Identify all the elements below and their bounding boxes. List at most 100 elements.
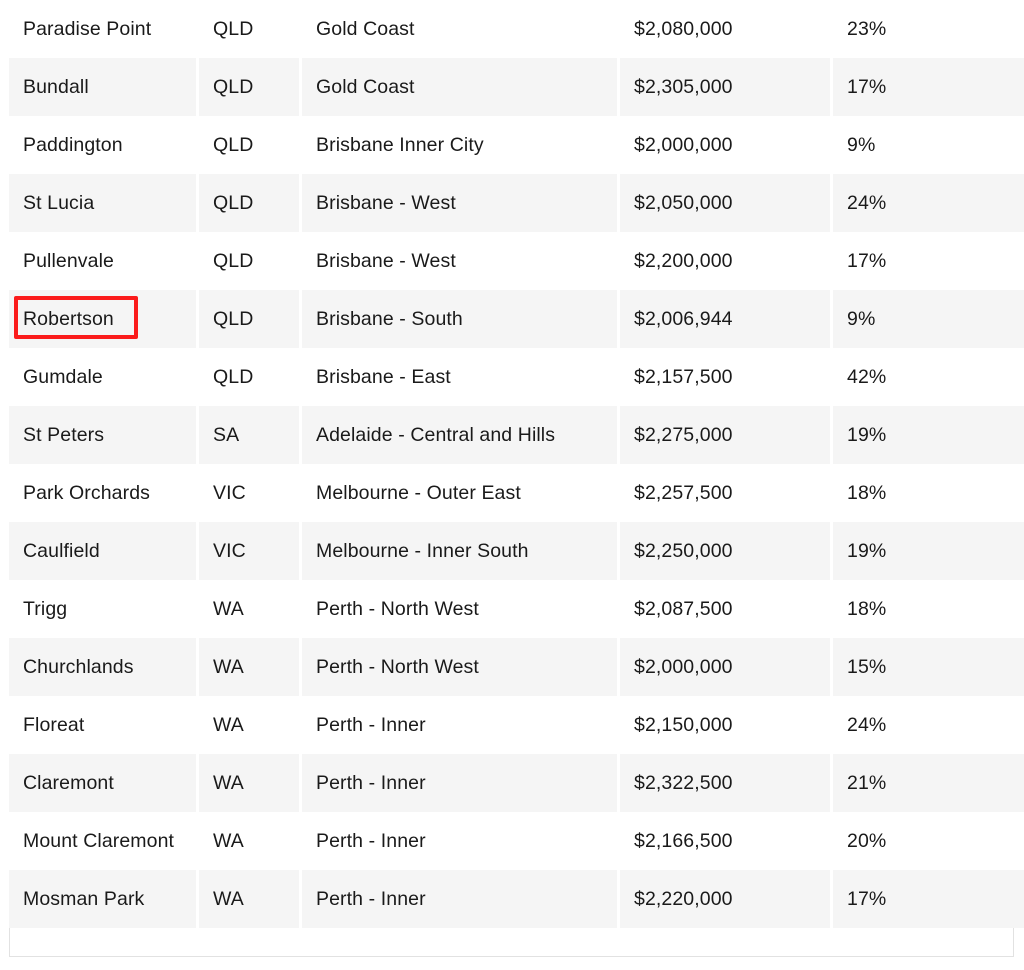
cell-state: WA [199, 754, 299, 812]
cell-suburb: Pullenvale [9, 232, 196, 290]
cell-price: $2,006,944 [620, 290, 830, 348]
cell-suburb: Gumdale [9, 348, 196, 406]
table-row: Bundall QLD Gold Coast $2,305,000 17% [9, 58, 1024, 116]
cell-growth: 24% [833, 174, 1024, 232]
table-row: Park Orchards VIC Melbourne - Outer East $2… [9, 464, 1024, 522]
cell-growth-text: 42% [847, 366, 887, 388]
cell-price-text: $2,220,000 [634, 888, 733, 910]
cell-suburb-text: Pullenvale [23, 250, 114, 272]
cell-region-text: Brisbane - South [316, 308, 463, 330]
cell-suburb: Mosman Park [9, 870, 196, 928]
cell-price: $2,322,500 [620, 754, 830, 812]
cell-region: Melbourne - Inner South [302, 522, 617, 580]
cell-state-text: QLD [213, 76, 254, 98]
table-row: Trigg WA Perth - North West $2,087,500 18% [9, 580, 1024, 638]
cell-price-text: $2,006,944 [634, 308, 733, 330]
cell-region: Brisbane - West [302, 232, 617, 290]
cell-state-text: WA [213, 598, 244, 620]
cell-region: Perth - North West [302, 580, 617, 638]
cell-suburb-text: Paddington [23, 134, 123, 156]
cell-price: $2,250,000 [620, 522, 830, 580]
cell-growth-text: 17% [847, 76, 887, 98]
cell-price-text: $2,166,500 [634, 830, 733, 852]
cell-region: Brisbane - South [302, 290, 617, 348]
cell-price: $2,050,000 [620, 174, 830, 232]
cell-suburb-text: Caulfield [23, 540, 100, 562]
cell-region: Perth - Inner [302, 870, 617, 928]
cell-price: $2,305,000 [620, 58, 830, 116]
cell-growth: 42% [833, 348, 1024, 406]
cell-state: WA [199, 812, 299, 870]
cell-growth: 17% [833, 870, 1024, 928]
cell-growth-text: 17% [847, 250, 887, 272]
cell-growth-text: 19% [847, 424, 887, 446]
cell-region: Perth - Inner [302, 754, 617, 812]
cell-suburb: Robertson [9, 290, 196, 348]
cell-suburb-text: Floreat [23, 714, 85, 736]
cell-region-text: Gold Coast [316, 18, 415, 40]
cell-price-text: $2,000,000 [634, 134, 733, 156]
cell-growth: 17% [833, 232, 1024, 290]
cell-state-text: QLD [213, 366, 254, 388]
cell-price-text: $2,000,000 [634, 656, 733, 678]
cell-suburb: Claremont [9, 754, 196, 812]
cell-region: Brisbane Inner City [302, 116, 617, 174]
cell-price-text: $2,080,000 [634, 18, 733, 40]
cell-growth-text: 9% [847, 308, 876, 330]
cell-growth: 15% [833, 638, 1024, 696]
table-row: Mount Claremont WA Perth - Inner $2,166,500… [9, 812, 1024, 870]
table-row: Gumdale QLD Brisbane - East $2,157,500 42% [9, 348, 1024, 406]
cell-growth-text: 18% [847, 482, 887, 504]
cell-suburb-text: Claremont [23, 772, 114, 794]
cell-region-text: Perth - Inner [316, 714, 426, 736]
cell-state-text: WA [213, 656, 244, 678]
cell-region-text: Perth - Inner [316, 830, 426, 852]
cell-region: Melbourne - Outer East [302, 464, 617, 522]
cell-suburb-text: Mosman Park [23, 888, 145, 910]
cell-suburb-text: Trigg [23, 598, 68, 620]
cell-state-text: WA [213, 714, 244, 736]
cell-state-text: SA [213, 424, 240, 446]
cell-growth: 18% [833, 464, 1024, 522]
cell-price-text: $2,200,000 [634, 250, 733, 272]
cell-growth: 19% [833, 406, 1024, 464]
cell-state: QLD [199, 174, 299, 232]
cell-price: $2,257,500 [620, 464, 830, 522]
table-row: St Peters SA Adelaide - Central and Hills $… [9, 406, 1024, 464]
cell-growth-text: 19% [847, 540, 887, 562]
cell-growth-text: 18% [847, 598, 887, 620]
cell-price-text: $2,050,000 [634, 192, 733, 214]
cell-state: VIC [199, 464, 299, 522]
cell-state: QLD [199, 232, 299, 290]
cell-price-text: $2,322,500 [634, 772, 733, 794]
table-row: Floreat WA Perth - Inner $2,150,000 24% [9, 696, 1024, 754]
table-row: Pullenvale QLD Brisbane - West $2,200,000 17… [9, 232, 1024, 290]
cell-price: $2,000,000 [620, 116, 830, 174]
cell-state-text: QLD [213, 18, 254, 40]
cell-region: Adelaide - Central and Hills [302, 406, 617, 464]
cell-suburb: Paradise Point [9, 0, 196, 58]
cell-growth: 17% [833, 58, 1024, 116]
cell-state: WA [199, 580, 299, 638]
cell-growth: 24% [833, 696, 1024, 754]
table-row: Mosman Park WA Perth - Inner $2,220,000 17% [9, 870, 1024, 928]
cell-suburb-text: Robertson [23, 308, 114, 330]
cell-suburb: Park Orchards [9, 464, 196, 522]
property-table-container: Paradise Point QLD Gold Coast $2,080,000 23%… [9, 0, 1024, 928]
cell-price-text: $2,257,500 [634, 482, 733, 504]
cell-growth-text: 17% [847, 888, 887, 910]
cell-region-text: Brisbane - West [316, 192, 456, 214]
cell-suburb: Trigg [9, 580, 196, 638]
cell-state-text: QLD [213, 192, 254, 214]
cell-suburb: St Lucia [9, 174, 196, 232]
cell-growth: 21% [833, 754, 1024, 812]
cell-price-text: $2,305,000 [634, 76, 733, 98]
cell-price: $2,220,000 [620, 870, 830, 928]
cell-growth-text: 23% [847, 18, 887, 40]
table-row: Paradise Point QLD Gold Coast $2,080,000 23% [9, 0, 1024, 58]
cell-suburb: Bundall [9, 58, 196, 116]
cell-price: $2,080,000 [620, 0, 830, 58]
cell-region-text: Melbourne - Outer East [316, 482, 521, 504]
cell-region: Perth - North West [302, 638, 617, 696]
cell-state-text: VIC [213, 482, 246, 504]
